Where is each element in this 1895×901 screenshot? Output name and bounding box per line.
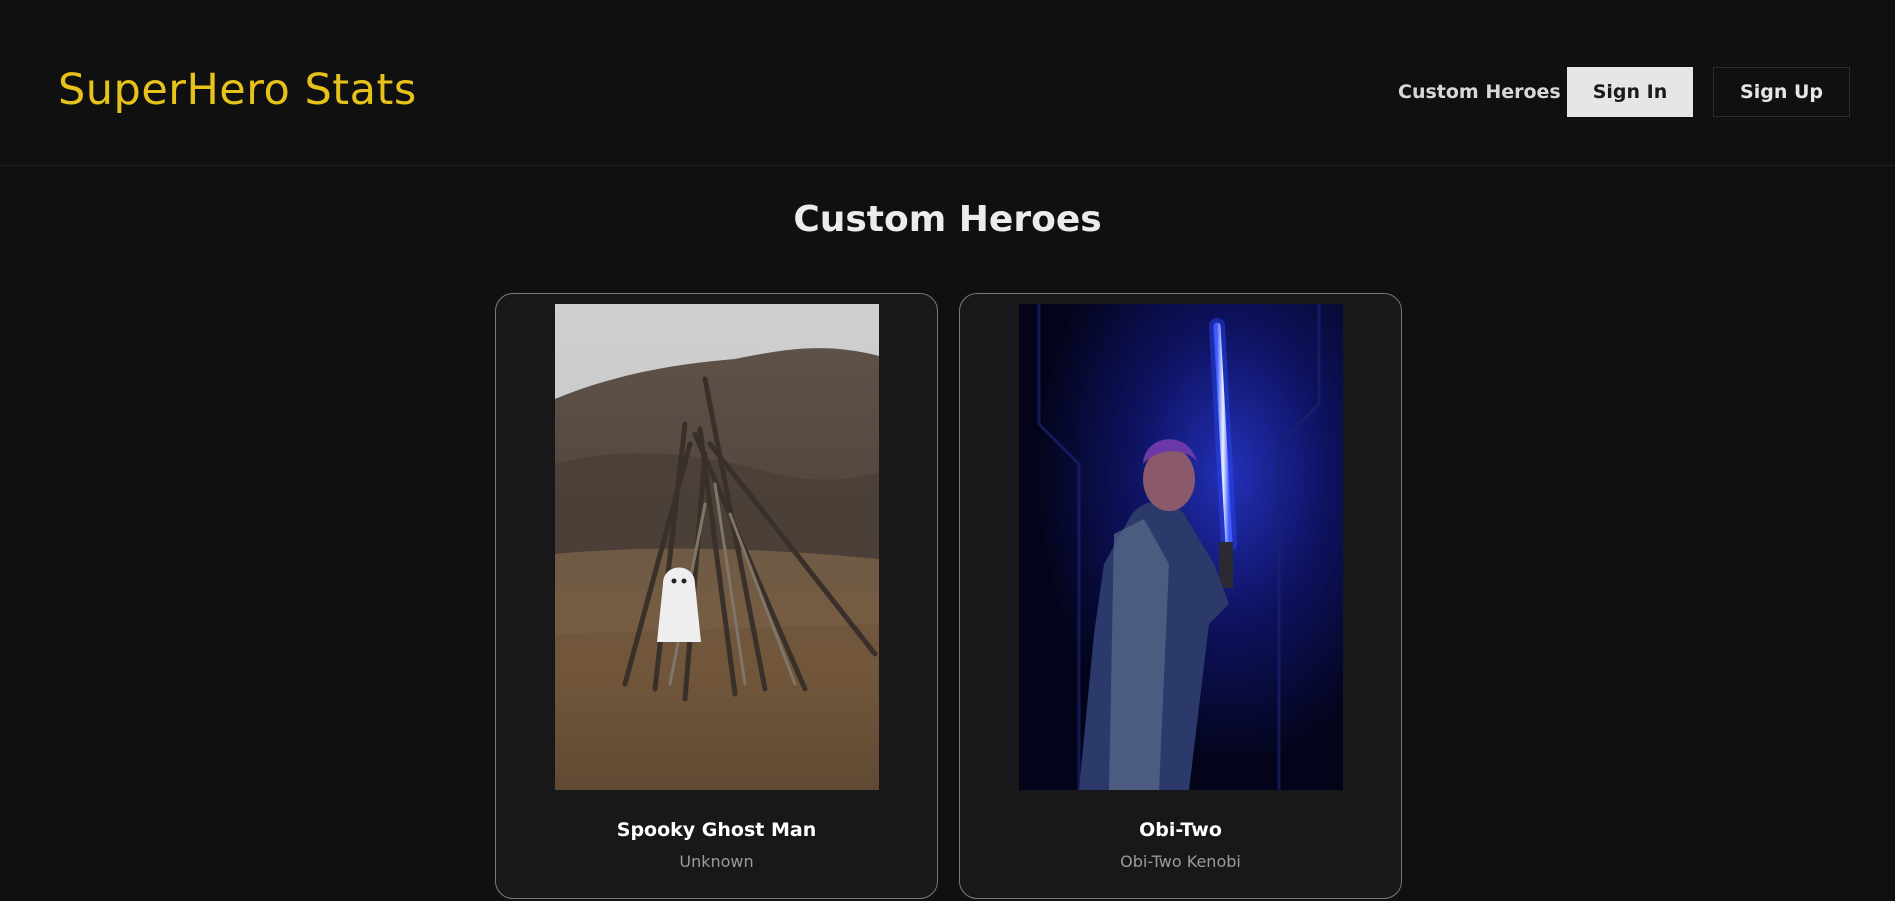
hero-card[interactable]: Obi-Two Obi-Two Kenobi xyxy=(959,293,1402,899)
site-header: SuperHero Stats Custom Heroes Sign In Si… xyxy=(0,0,1895,166)
hero-image xyxy=(1019,304,1343,790)
nav-custom-heroes-link[interactable]: Custom Heroes xyxy=(1398,78,1561,106)
page-title: Custom Heroes xyxy=(793,199,1102,240)
hero-card[interactable]: Spooky Ghost Man Unknown xyxy=(495,293,938,899)
brand-logo[interactable]: SuperHero Stats xyxy=(58,64,417,116)
sign-up-button[interactable]: Sign Up xyxy=(1713,67,1850,117)
hero-real-name: Obi-Two Kenobi xyxy=(1120,852,1241,871)
hero-real-name: Unknown xyxy=(679,852,754,871)
sign-in-button[interactable]: Sign In xyxy=(1567,67,1693,117)
hero-image xyxy=(555,304,879,790)
hero-name: Spooky Ghost Man xyxy=(616,819,817,841)
hero-name: Obi-Two xyxy=(1139,819,1222,841)
